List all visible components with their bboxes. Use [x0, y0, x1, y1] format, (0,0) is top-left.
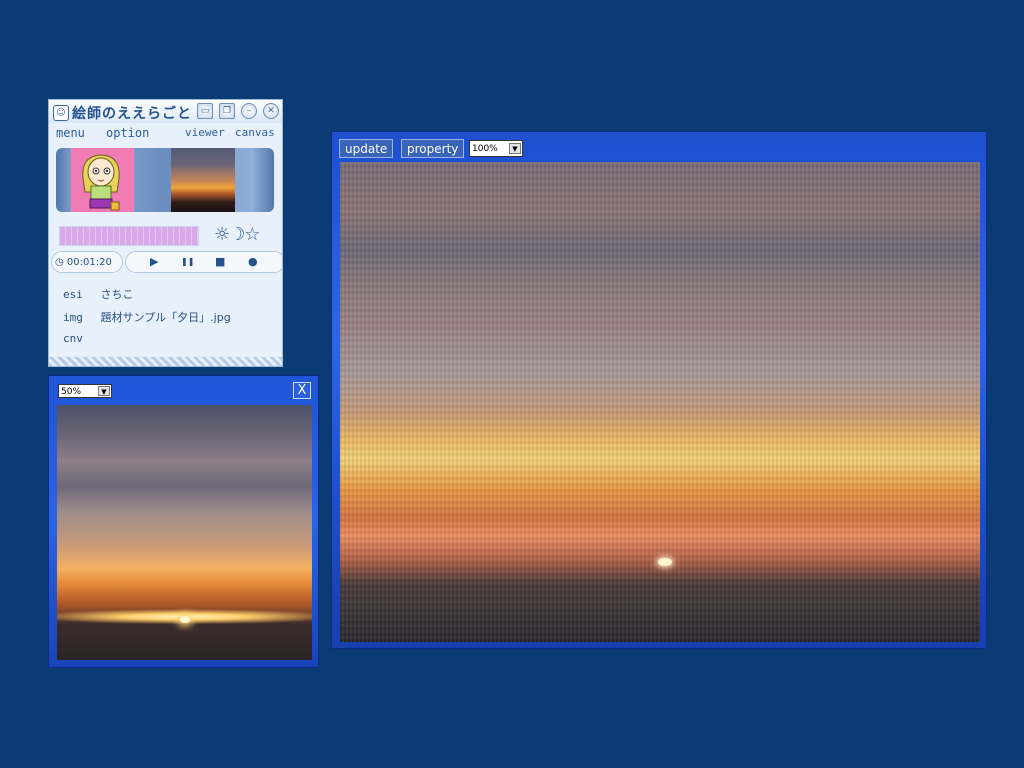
chevron-down-icon[interactable]: ▼	[98, 386, 110, 396]
subject-image-thumbnail[interactable]	[171, 148, 235, 212]
palette-strip	[59, 226, 199, 246]
menu-item-option[interactable]: option	[106, 126, 149, 140]
transport-controls: ▶ ❚❚ ■ ●	[125, 251, 282, 273]
transport-bar: ◷ 00:01:20 ▶ ❚❚ ■ ●	[49, 251, 282, 275]
play-button[interactable]: ▶	[150, 255, 158, 268]
viewer-zoom-select[interactable]: 50% ▼	[58, 384, 112, 398]
canvas-zoom-select[interactable]: 100% ▼	[469, 140, 523, 157]
info-key: img	[63, 311, 83, 324]
artist-character-thumbnail[interactable]	[71, 148, 134, 212]
weather-icons[interactable]: ☼☽☆	[214, 224, 260, 245]
window-mode-icon[interactable]: ▭	[197, 103, 213, 119]
viewer-window: 50% ▼ X	[48, 375, 319, 668]
minimize-icon[interactable]: –	[241, 103, 257, 119]
reference-image	[57, 405, 312, 660]
painting-canvas[interactable]	[340, 162, 980, 642]
timer-display: ◷ 00:01:20	[51, 251, 123, 273]
viewer-close-button[interactable]: X	[293, 382, 311, 399]
canvas-window: update property 100% ▼	[331, 131, 987, 649]
info-key: cnv	[63, 332, 83, 345]
stop-button[interactable]: ■	[215, 255, 225, 268]
viewer-zoom-value: 50%	[61, 387, 82, 397]
control-title-bar[interactable]: ☺ 絵師のええらごと ▭ ❐ – ✕	[49, 100, 282, 123]
canvas-zoom-value: 100%	[472, 144, 498, 154]
close-icon[interactable]: ✕	[263, 103, 279, 119]
restore-icon[interactable]: ❐	[219, 103, 235, 119]
resize-grip[interactable]	[49, 357, 282, 366]
info-key: esi	[63, 288, 83, 301]
control-window: ☺ 絵師のええらごと ▭ ❐ – ✕ menu option viewer ca…	[48, 99, 283, 367]
menu-item-canvas[interactable]: canvas	[235, 126, 275, 139]
property-button[interactable]: property	[401, 139, 465, 158]
record-button[interactable]: ●	[248, 255, 258, 268]
elapsed-time: 00:01:20	[66, 257, 112, 268]
info-row-cnv: cnv	[63, 332, 97, 345]
menu-item-viewer[interactable]: viewer	[185, 126, 225, 139]
thumbnail-strip	[56, 148, 274, 212]
info-value: 題材サンプル「夕日」.jpg	[100, 311, 231, 324]
sun	[180, 616, 190, 623]
app-icon: ☺	[53, 105, 69, 121]
menu-bar: menu option viewer canvas	[49, 126, 282, 142]
info-value: さちこ	[100, 288, 134, 301]
info-row-img: img 題材サンプル「夕日」.jpg	[63, 309, 231, 325]
app-title: 絵師のええらごと	[72, 106, 192, 122]
pause-button[interactable]: ❚❚	[181, 257, 194, 266]
info-row-esi: esi さちこ	[63, 286, 134, 302]
update-button[interactable]: update	[339, 139, 394, 158]
menu-item-menu[interactable]: menu	[56, 126, 85, 140]
clock-icon: ◷	[55, 257, 64, 268]
chevron-down-icon[interactable]: ▼	[509, 143, 521, 154]
sun	[658, 558, 672, 566]
